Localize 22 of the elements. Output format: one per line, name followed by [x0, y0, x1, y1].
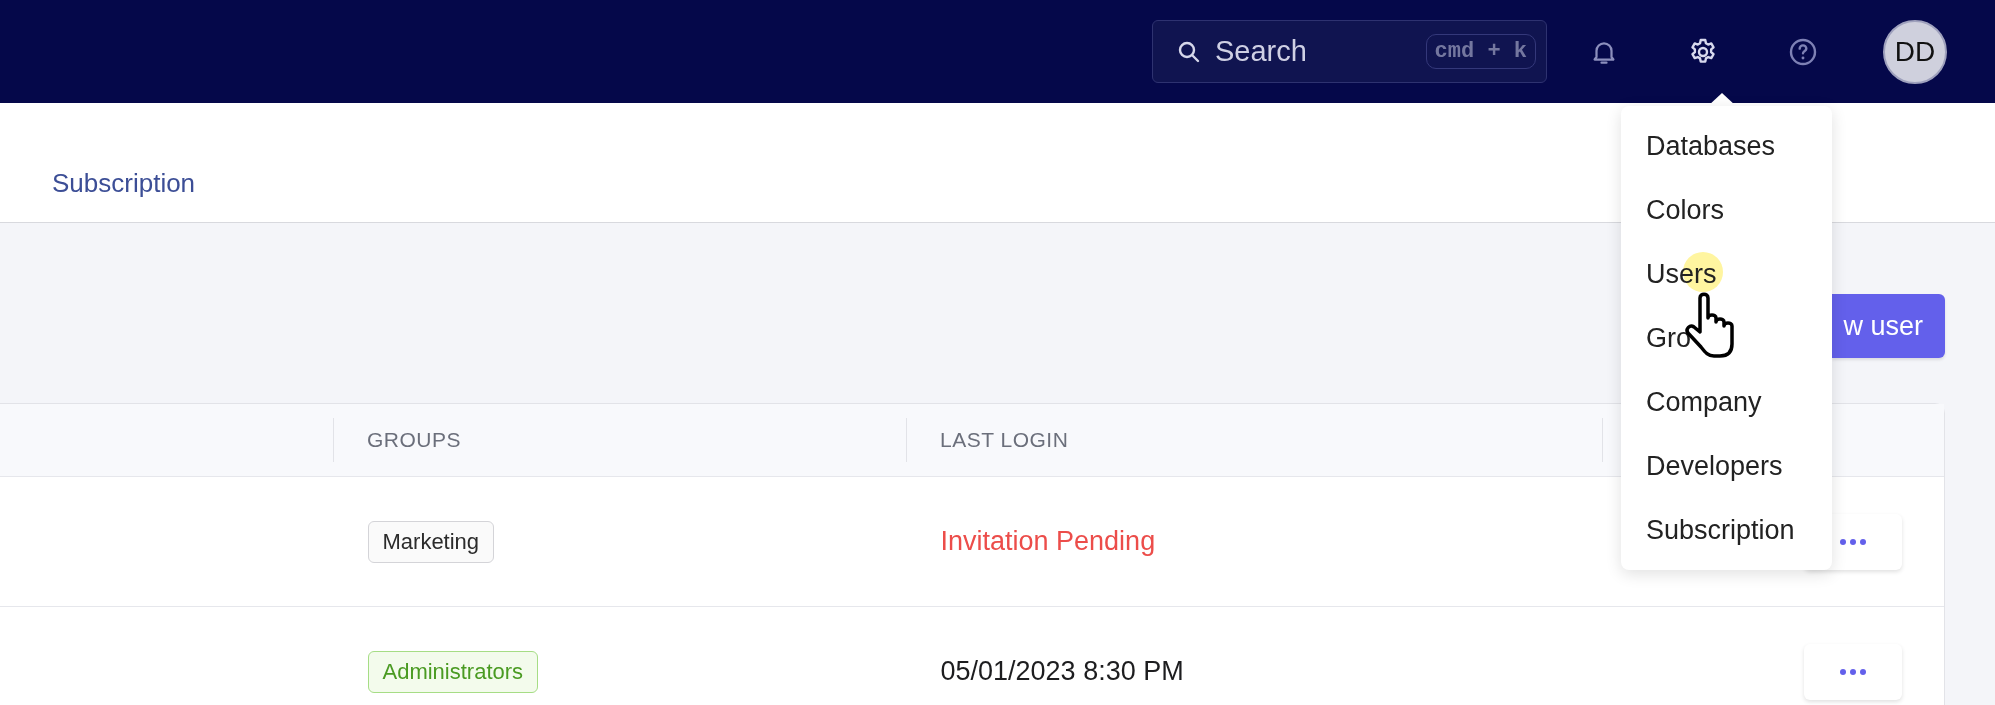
last-login-text: 05/01/2023 8:30 PM: [940, 656, 1184, 687]
menu-item[interactable]: Colors: [1621, 178, 1832, 242]
new-user-button[interactable]: w user: [1832, 294, 1945, 358]
shortcut-hint: cmd + k: [1425, 34, 1536, 69]
more-icon: [1840, 538, 1866, 545]
column-header: LAST LOGIN: [940, 428, 1069, 452]
menu-item[interactable]: Users: [1621, 242, 1832, 306]
search-bar[interactable]: Search cmd + k: [1152, 20, 1547, 83]
group-tag: Marketing: [367, 520, 495, 563]
search-field[interactable]: Search: [1213, 34, 1426, 69]
menu-item[interactable]: Company: [1621, 370, 1832, 434]
column-header: GROUPS: [367, 428, 461, 452]
more-icon: [1840, 668, 1866, 675]
menu-item[interactable]: Gro: [1621, 306, 1832, 370]
search-icon: [1177, 39, 1201, 64]
last-login-text: Invitation Pending: [940, 526, 1156, 557]
tab[interactable]: Subscription: [52, 168, 196, 222]
menu-item[interactable]: Developers: [1621, 434, 1832, 498]
user-avatar[interactable]: DD: [1883, 19, 1947, 84]
group-tag: Administrators: [367, 650, 539, 693]
menu-item[interactable]: Subscription: [1621, 498, 1832, 562]
menu-item[interactable]: Databases: [1621, 114, 1832, 178]
